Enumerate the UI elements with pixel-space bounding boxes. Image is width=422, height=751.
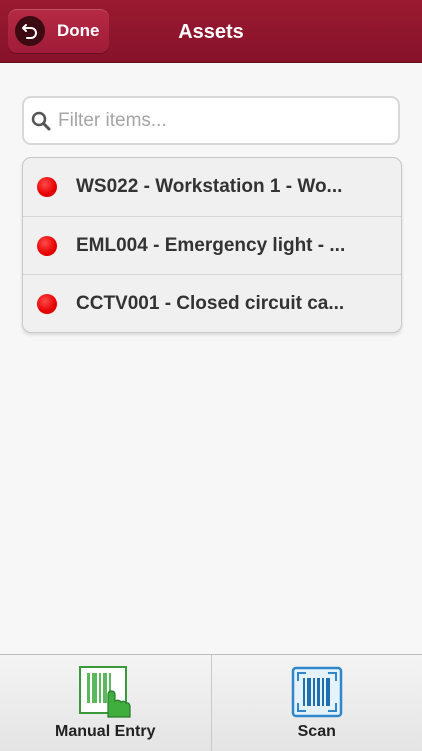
list-item[interactable]: EML004 - Emergency light - ... — [23, 216, 401, 274]
list-item[interactable]: CCTV001 - Closed circuit ca... — [23, 274, 401, 332]
manual-entry-icon — [78, 665, 132, 719]
barcode-scan-icon — [290, 665, 344, 719]
item-label: EML004 - Emergency light - ... — [76, 235, 376, 257]
done-button[interactable]: Done — [8, 9, 109, 53]
scan-label: Scan — [298, 723, 336, 741]
filter-input[interactable] — [58, 110, 358, 132]
list-item[interactable]: WS022 - Workstation 1 - Wo... — [23, 158, 401, 216]
done-label: Done — [57, 21, 100, 41]
status-dot-icon — [37, 294, 57, 314]
status-dot-icon — [37, 236, 57, 256]
back-arrow-icon — [15, 16, 45, 46]
scan-button[interactable]: Scan — [212, 655, 422, 751]
item-label: CCTV001 - Closed circuit ca... — [76, 293, 376, 315]
manual-entry-button[interactable]: Manual Entry — [0, 655, 212, 751]
asset-list: WS022 - Workstation 1 - Wo... EML004 - E… — [22, 157, 402, 333]
search-icon — [30, 110, 52, 132]
manual-entry-label: Manual Entry — [55, 723, 155, 741]
status-dot-icon — [37, 177, 57, 197]
filter-field[interactable] — [22, 96, 400, 145]
navigation-bar: Done Assets — [0, 0, 422, 63]
item-label: WS022 - Workstation 1 - Wo... — [76, 176, 376, 198]
bottom-toolbar: Manual Entry Scan — [0, 654, 422, 751]
